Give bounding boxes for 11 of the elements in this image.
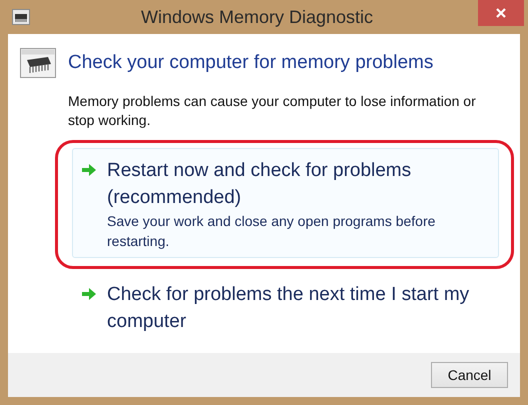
close-button[interactable] [478, 0, 524, 26]
memory-chip-icon [12, 9, 30, 26]
arrow-icon [81, 163, 97, 178]
cancel-button[interactable]: Cancel [431, 362, 508, 388]
command-link[interactable]: Restart now and check for problems (recommended) Save your work and close any open programs before restarting. [72, 148, 499, 258]
memory-chip-icon [20, 48, 56, 78]
window-title: Windows Memory Diagnostic [140, 6, 374, 28]
close-icon [495, 7, 507, 19]
dialog-heading: Check your computer for memory problems [68, 52, 434, 74]
arrow-icon [81, 287, 97, 302]
description-text: Memory problems can cause your computer to lose information or stop working. [68, 92, 477, 130]
